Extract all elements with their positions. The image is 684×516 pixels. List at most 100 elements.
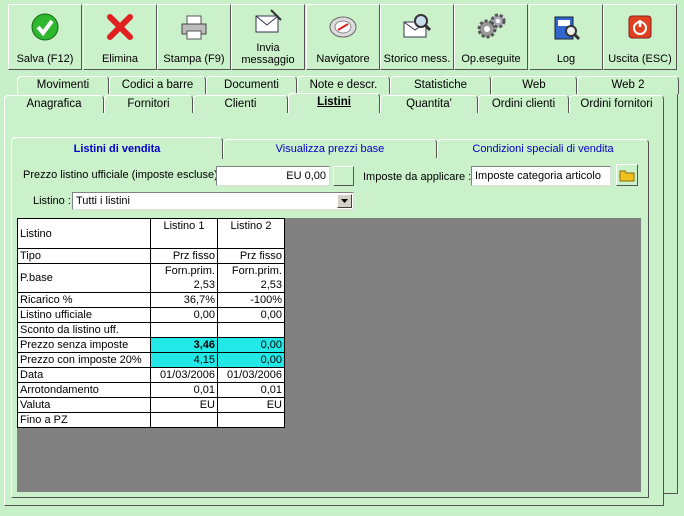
message-history-button[interactable]: Storico mess. bbox=[380, 4, 454, 70]
tab-quantita[interactable]: Quantita' bbox=[380, 95, 478, 113]
row-label: Ricarico % bbox=[17, 292, 151, 308]
table-cell[interactable]: -100% bbox=[217, 292, 285, 308]
log-label: Log bbox=[556, 53, 576, 65]
operations-done-button[interactable]: Op.eseguite bbox=[454, 4, 528, 70]
exit-label: Uscita (ESC) bbox=[608, 53, 672, 65]
official-price-button[interactable] bbox=[333, 166, 354, 186]
tab-web-2[interactable]: Web 2 bbox=[577, 76, 679, 94]
taxes-field[interactable]: Imposte categoria articolo bbox=[471, 166, 611, 186]
tab-codici-a-barre[interactable]: Codici a barre bbox=[109, 76, 206, 94]
table-cell[interactable]: 36,7% bbox=[150, 292, 218, 308]
table-row: Ricarico % 36,7% -100% bbox=[17, 292, 285, 308]
list-select-value: Tutti i listini bbox=[76, 195, 130, 207]
table-cell[interactable]: 0,00 bbox=[217, 352, 285, 368]
table-cell[interactable]: 0,00 bbox=[217, 307, 285, 323]
table-cell[interactable]: 01/03/2006 bbox=[217, 367, 285, 383]
taxes-label: Imposte da applicare : bbox=[363, 171, 472, 183]
table-row: Prezzo senza imposte 3,46 0,00 bbox=[17, 337, 285, 353]
save-label: Salva (F12) bbox=[16, 53, 74, 65]
cell-line: 2,53 bbox=[193, 279, 215, 291]
table-cell[interactable]: Prz fisso bbox=[217, 248, 285, 264]
row-label: Prezzo con imposte 20% bbox=[17, 352, 151, 368]
navigator-button[interactable]: Navigatore bbox=[306, 4, 380, 70]
print-button[interactable]: Stampa (F9) bbox=[157, 4, 231, 70]
table-cell[interactable]: Forn.prim. 2,53 bbox=[150, 263, 218, 293]
checkmark-icon bbox=[31, 13, 59, 41]
print-label: Stampa (F9) bbox=[163, 53, 225, 65]
grid-col-listino-1[interactable]: Listino 1 bbox=[150, 218, 218, 249]
tab-ordini-clienti[interactable]: Ordini clienti bbox=[478, 95, 569, 113]
table-cell[interactable]: Prz fisso bbox=[150, 248, 218, 264]
table-row: Sconto da listino uff. bbox=[17, 322, 285, 338]
subtab-visualizza-prezzi-base[interactable]: Visualizza prezzi base bbox=[223, 139, 437, 158]
row-label: P.base bbox=[17, 263, 151, 293]
official-price-field[interactable]: EU 0,00 bbox=[216, 166, 330, 186]
table-cell[interactable]: Forn.prim. 2,53 bbox=[217, 263, 285, 293]
table-row: Arrotondamento 0,01 0,01 bbox=[17, 382, 285, 398]
table-row: Valuta EU EU bbox=[17, 397, 285, 413]
done-label: Op.eseguite bbox=[461, 53, 521, 65]
tab-statistiche[interactable]: Statistiche bbox=[390, 76, 491, 94]
history-label: Storico mess. bbox=[383, 53, 451, 65]
table-cell[interactable]: EU bbox=[217, 397, 285, 413]
table-cell[interactable] bbox=[150, 322, 218, 338]
power-icon bbox=[628, 15, 652, 39]
grid-header-label: Listino bbox=[17, 218, 151, 249]
table-cell[interactable]: 4,15 bbox=[150, 352, 218, 368]
cell-line: Forn.prim. bbox=[164, 265, 215, 277]
table-cell[interactable]: 0,01 bbox=[217, 382, 285, 398]
delete-label: Elimina bbox=[101, 53, 139, 65]
table-cell[interactable] bbox=[217, 412, 285, 428]
send-label: Invia messaggio bbox=[232, 42, 304, 66]
tab-fornitori[interactable]: Fornitori bbox=[104, 95, 193, 113]
book-magnifier-icon bbox=[554, 16, 581, 41]
tab-web[interactable]: Web bbox=[491, 76, 577, 94]
tab-anagrafica[interactable]: Anagrafica bbox=[4, 95, 104, 113]
list-select[interactable]: Tutti i listini bbox=[72, 192, 354, 210]
row-label: Fino a PZ bbox=[17, 412, 151, 428]
send-message-button[interactable]: Invia messaggio bbox=[231, 4, 305, 70]
envelope-magnifier-icon bbox=[403, 14, 432, 38]
tab-ordini-fornitori[interactable]: Ordini fornitori bbox=[569, 95, 664, 113]
row-label: Listino ufficiale bbox=[17, 307, 151, 323]
table-row: Data 01/03/2006 01/03/2006 bbox=[17, 367, 285, 383]
table-cell[interactable]: 0,00 bbox=[217, 337, 285, 353]
tab-listini[interactable]: Listini bbox=[288, 93, 380, 113]
table-cell[interactable]: 0,00 bbox=[150, 307, 218, 323]
navigator-label: Navigatore bbox=[316, 53, 370, 65]
grid-col-listino-2[interactable]: Listino 2 bbox=[217, 218, 285, 249]
table-row: Tipo Prz fisso Prz fisso bbox=[17, 248, 285, 264]
table-cell[interactable] bbox=[217, 322, 285, 338]
cell-line: Forn.prim. bbox=[231, 265, 282, 277]
tab-documenti[interactable]: Documenti bbox=[206, 76, 297, 94]
exit-button[interactable]: Uscita (ESC) bbox=[603, 4, 677, 70]
delete-button[interactable]: Elimina bbox=[83, 4, 157, 70]
send-label-line2: messaggio bbox=[241, 54, 295, 66]
table-cell[interactable]: 01/03/2006 bbox=[150, 367, 218, 383]
cell-line: 2,53 bbox=[260, 279, 282, 291]
table-cell[interactable] bbox=[150, 412, 218, 428]
gears-icon bbox=[477, 13, 506, 39]
x-icon bbox=[107, 14, 133, 40]
table-cell[interactable]: EU bbox=[150, 397, 218, 413]
chevron-down-icon[interactable] bbox=[337, 194, 352, 208]
subtab-listini-di-vendita[interactable]: Listini di vendita bbox=[11, 137, 223, 159]
tab-clienti[interactable]: Clienti bbox=[193, 95, 288, 113]
row-label: Prezzo senza imposte bbox=[17, 337, 151, 353]
row-label: Data bbox=[17, 367, 151, 383]
tab-note-descr[interactable]: Note e descr. bbox=[297, 76, 390, 94]
table-row: P.base Forn.prim. 2,53 Forn.prim. 2,53 bbox=[17, 263, 285, 293]
compass-icon bbox=[329, 16, 357, 38]
table-cell[interactable]: 0,01 bbox=[150, 382, 218, 398]
row-label: Sconto da listino uff. bbox=[17, 322, 151, 338]
envelope-pen-icon bbox=[255, 9, 282, 33]
grid-header-row: Listino Listino 1 Listino 2 bbox=[17, 218, 285, 249]
tab-movimenti[interactable]: Movimenti bbox=[17, 76, 109, 94]
subtab-condizioni-speciali[interactable]: Condizioni speciali di vendita bbox=[437, 139, 649, 158]
table-cell[interactable]: 3,46 bbox=[150, 337, 218, 353]
printer-icon bbox=[181, 15, 207, 40]
taxes-browse-button[interactable] bbox=[616, 164, 638, 186]
save-button[interactable]: Salva (F12) bbox=[8, 4, 82, 70]
log-button[interactable]: Log bbox=[529, 4, 603, 70]
official-price-label: Prezzo listino ufficiale (imposte esclus… bbox=[23, 169, 224, 181]
